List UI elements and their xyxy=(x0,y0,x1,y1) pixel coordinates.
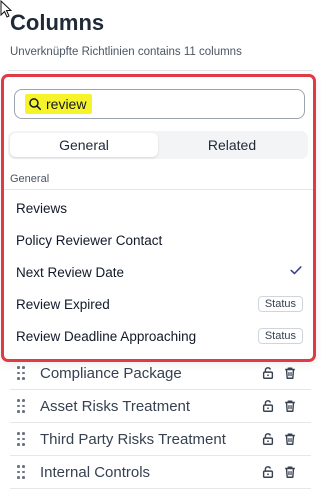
column-label: Asset Risks Treatment xyxy=(40,397,191,415)
column-row[interactable]: Internal Controls xyxy=(10,456,311,489)
unlock-icon[interactable] xyxy=(261,465,275,479)
option-next-review-date[interactable]: Next Review Date xyxy=(4,256,313,288)
search-highlight: review xyxy=(25,94,93,114)
unlock-icon[interactable] xyxy=(261,399,275,413)
tab-bar: General Related xyxy=(8,131,308,159)
column-label: Compliance Package xyxy=(40,364,182,382)
trash-icon[interactable] xyxy=(283,366,297,380)
option-reviews[interactable]: Reviews xyxy=(4,192,313,224)
page-title: Columns xyxy=(10,10,105,35)
unlock-icon[interactable] xyxy=(261,432,275,446)
checkmark-icon xyxy=(289,263,303,282)
divider xyxy=(8,70,313,71)
option-label: Review Expired xyxy=(16,296,110,312)
tab-general[interactable]: General xyxy=(10,133,158,157)
option-label: Policy Reviewer Contact xyxy=(16,232,163,248)
unlock-icon[interactable] xyxy=(261,366,275,380)
column-row[interactable]: Third Party Risks Treatment xyxy=(10,423,311,456)
status-badge: Status xyxy=(257,328,303,344)
status-badge: Status xyxy=(257,296,303,312)
column-label: Internal Controls xyxy=(40,463,151,481)
option-label: Review Deadline Approaching xyxy=(16,328,197,344)
drag-handle-icon[interactable] xyxy=(10,399,32,413)
columns-header: Columns Unverknüpfte Richtlinien contain… xyxy=(10,8,311,60)
trash-icon[interactable] xyxy=(283,399,297,413)
page-subtitle: Unverknüpfte Richtlinien contains 11 col… xyxy=(10,46,242,58)
trash-icon[interactable] xyxy=(283,432,297,446)
search-input[interactable]: review xyxy=(14,89,305,119)
tab-related[interactable]: Related xyxy=(158,133,306,157)
drag-handle-icon[interactable] xyxy=(10,366,32,380)
divider xyxy=(4,189,313,190)
column-picker-popover: review General Related General Reviews P… xyxy=(1,74,316,362)
option-review-expired[interactable]: Review Expired Status xyxy=(4,288,313,320)
search-value: review xyxy=(46,96,87,112)
option-label: Reviews xyxy=(16,200,68,216)
drag-handle-icon[interactable] xyxy=(10,465,32,479)
trash-icon[interactable] xyxy=(283,465,297,479)
column-row[interactable]: Asset Risks Treatment xyxy=(10,390,311,423)
search-icon xyxy=(29,98,42,111)
drag-handle-icon[interactable] xyxy=(10,432,32,446)
option-label: Next Review Date xyxy=(16,264,125,280)
group-label: General xyxy=(10,173,50,185)
column-label: Third Party Risks Treatment xyxy=(40,430,226,448)
option-policy-reviewer-contact[interactable]: Policy Reviewer Contact xyxy=(4,224,313,256)
option-review-deadline-approaching[interactable]: Review Deadline Approaching Status xyxy=(4,320,313,352)
